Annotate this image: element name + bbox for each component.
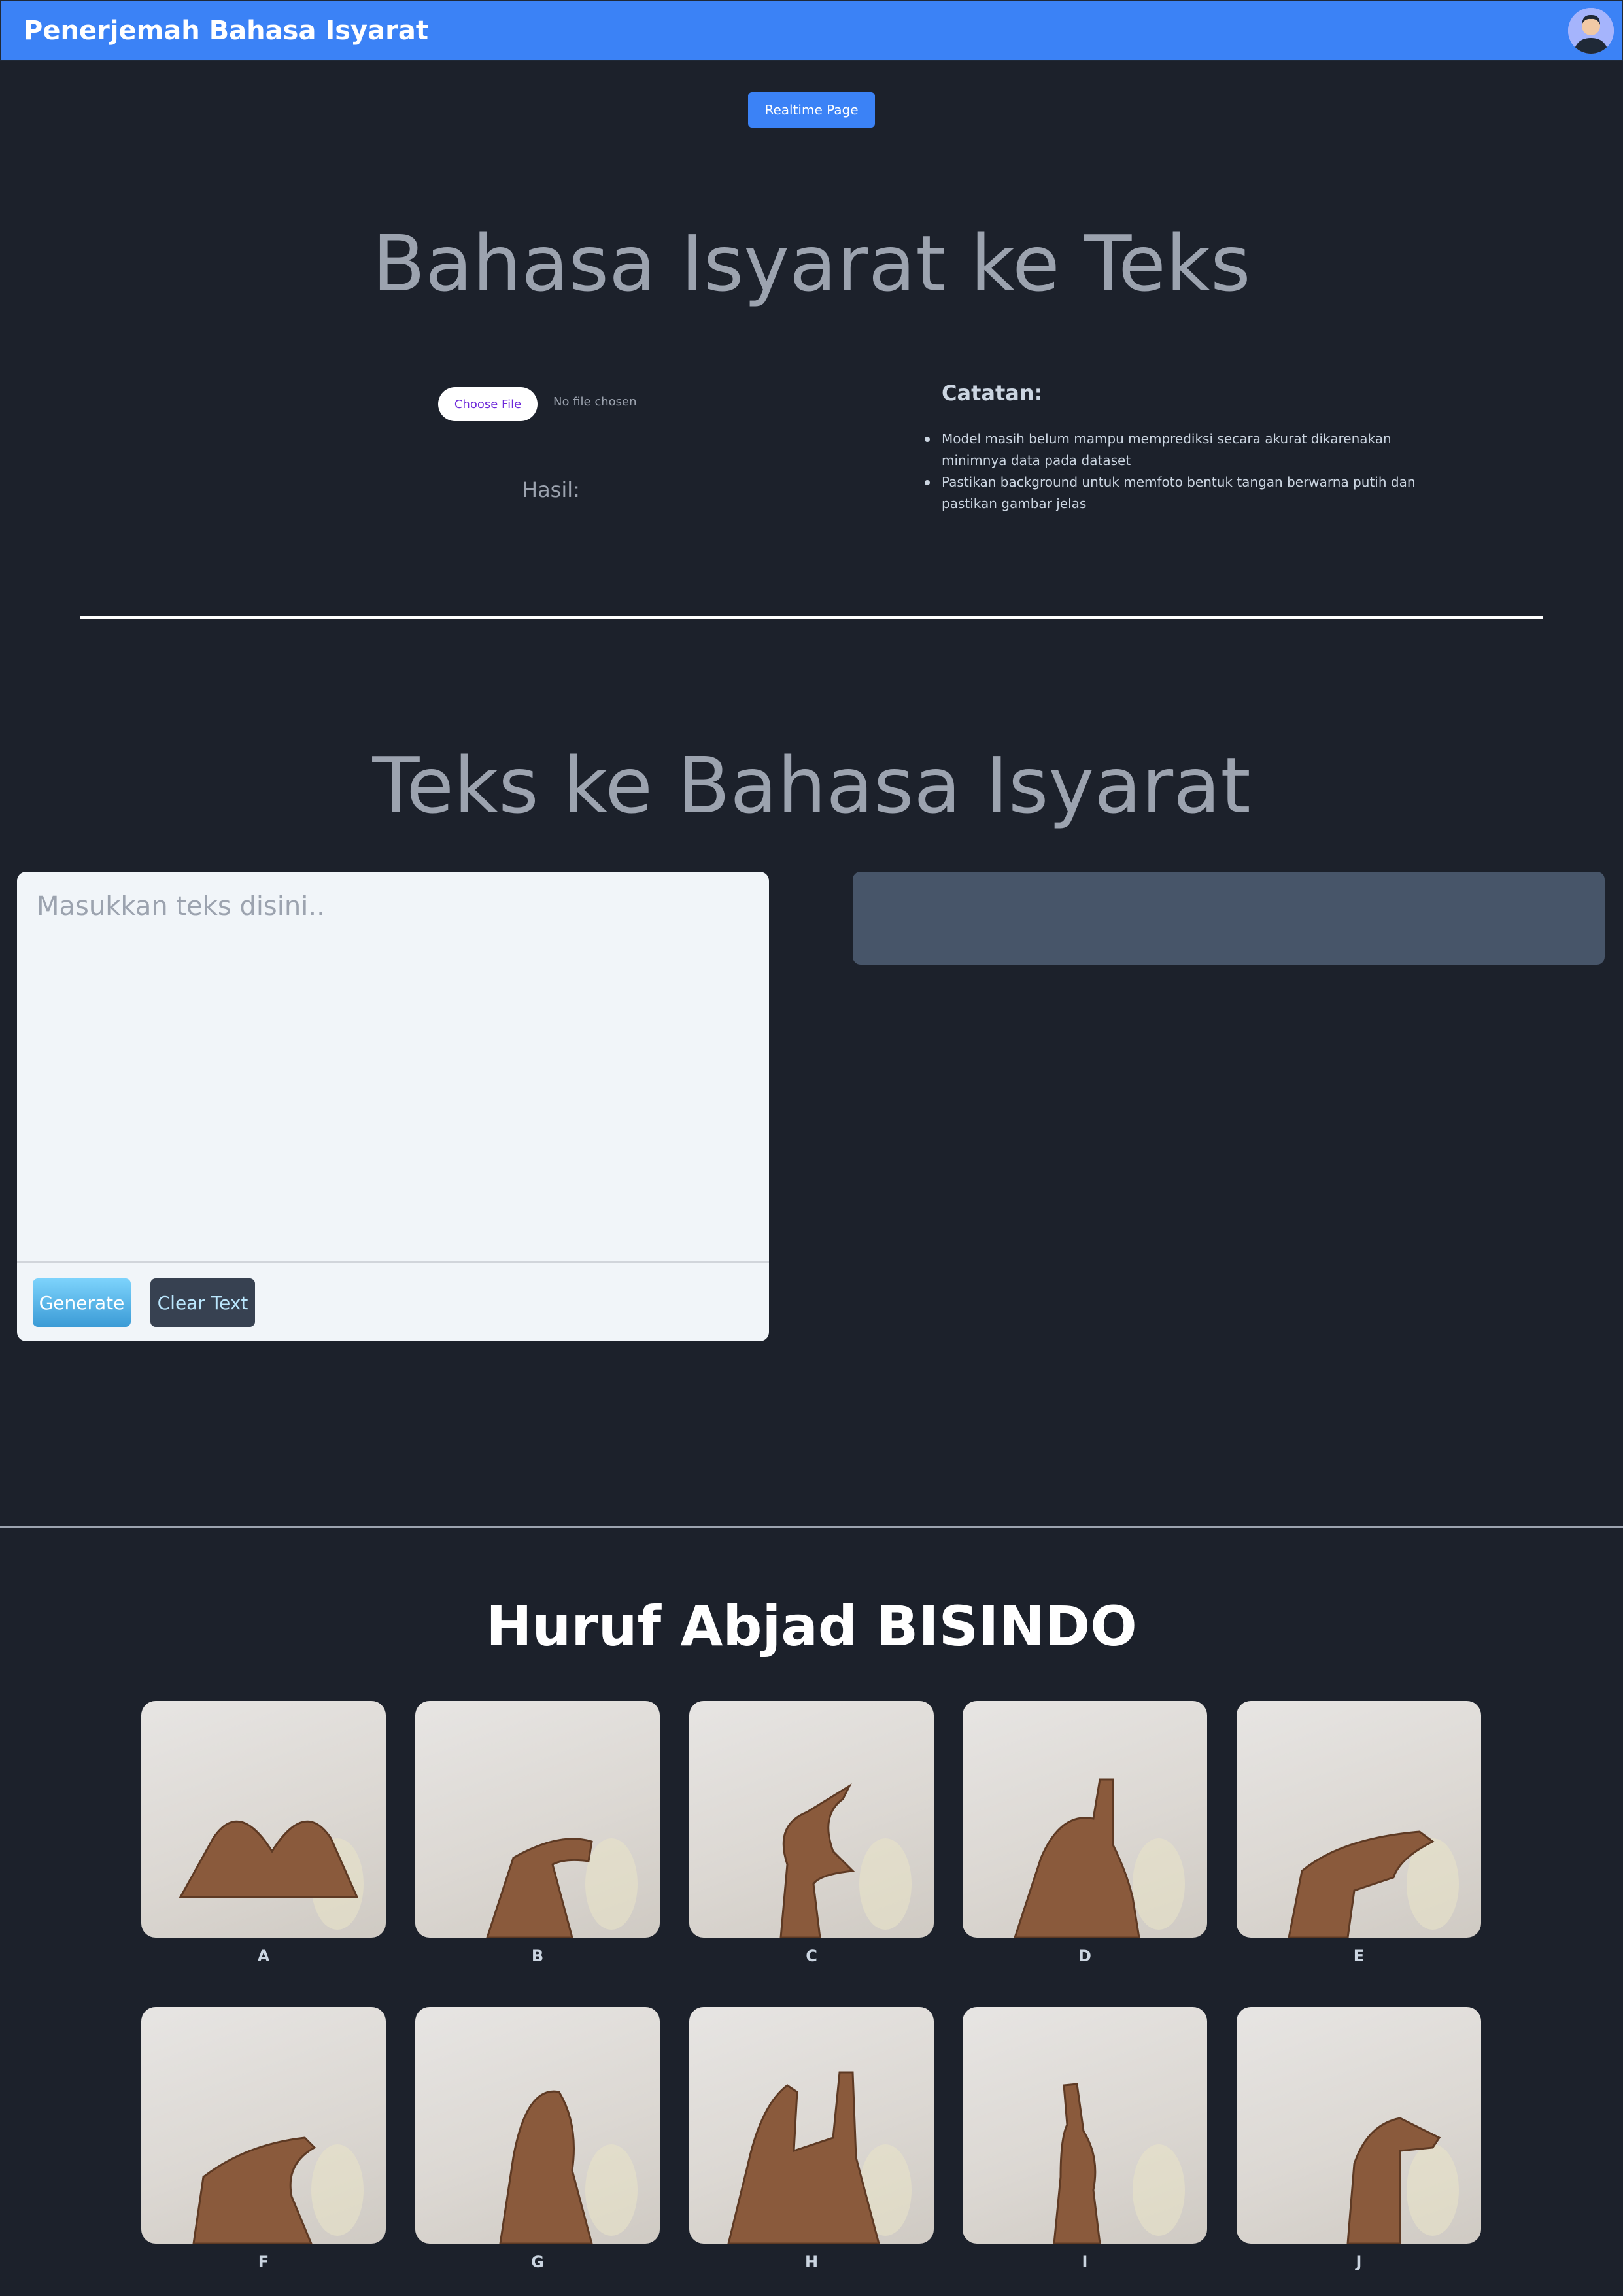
choose-file-button[interactable]: Choose File [438, 387, 538, 421]
bisindo-letter-image [689, 1701, 934, 1938]
bisindo-letter-label: B [531, 1947, 544, 1965]
app-title: Penerjemah Bahasa Isyarat [24, 16, 428, 46]
bisindo-letter-label: C [806, 1947, 817, 1965]
bisindo-letter-label: D [1078, 1947, 1091, 1965]
generate-button[interactable]: Generate [33, 1278, 131, 1327]
bisindo-letter-label: J [1356, 2253, 1362, 2271]
notes-list: Model masih belum mampu memprediksi seca… [925, 428, 1452, 515]
bisindo-letter-image [1237, 2007, 1481, 2244]
section-separator [0, 1526, 1623, 1528]
bisindo-letter-image [1237, 1701, 1481, 1938]
section-divider [80, 616, 1543, 619]
sign-output-box [853, 872, 1605, 965]
bisindo-letter-label: F [258, 2253, 269, 2271]
bisindo-letter-label: I [1082, 2253, 1088, 2271]
text-to-sign-title: Teks ke Bahasa Isyarat [372, 740, 1251, 831]
card-divider [17, 1261, 769, 1263]
bisindo-letter-image [141, 2007, 386, 2244]
bisindo-letter-image [141, 1701, 386, 1938]
realtime-page-button[interactable]: Realtime Page [748, 92, 875, 128]
bisindo-letter-image [963, 1701, 1207, 1938]
text-input[interactable] [17, 872, 769, 1261]
note-item: Pastikan background untuk memfoto bentuk… [925, 471, 1452, 515]
top-navbar: Penerjemah Bahasa Isyarat [0, 0, 1623, 61]
bisindo-letter-label: A [257, 1947, 270, 1965]
bisindo-letter-label: G [531, 2253, 544, 2271]
bisindo-letter-image [415, 1701, 660, 1938]
bisindo-letter-label: E [1353, 1947, 1365, 1965]
user-avatar-icon[interactable] [1568, 8, 1614, 54]
bisindo-letter-image [963, 2007, 1207, 2244]
note-item: Model masih belum mampu memprediksi seca… [925, 428, 1452, 471]
clear-text-button[interactable]: Clear Text [150, 1278, 255, 1327]
sign-to-text-title: Bahasa Isyarat ke Teks [372, 218, 1251, 309]
alphabet-title: Huruf Abjad BISINDO [486, 1594, 1137, 1658]
text-input-card: Generate Clear Text [17, 872, 769, 1341]
notes-title: Catatan: [942, 381, 1043, 405]
bisindo-letter-image [415, 2007, 660, 2244]
bisindo-letter-label: H [804, 2253, 819, 2271]
bisindo-letter-image [689, 2007, 934, 2244]
result-label: Hasil: [522, 477, 580, 502]
file-status-text: No file chosen [553, 395, 637, 409]
